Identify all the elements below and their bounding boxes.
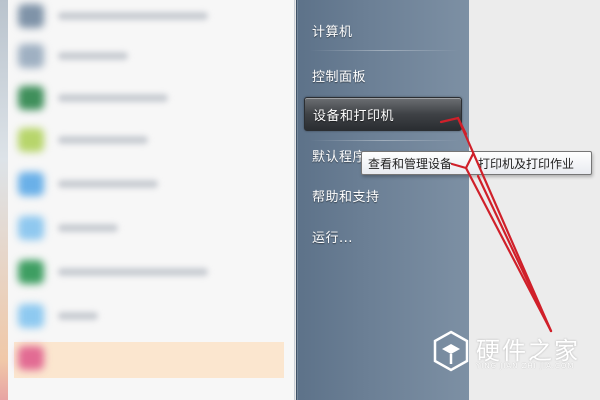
watermark-subtitle: YING JIAN ZHI JIA.COM [476, 362, 575, 370]
watermark-title: 硬件之家 [476, 337, 580, 365]
watermark: 硬件之家 YING JIAN ZHI JIA.COM [432, 330, 592, 374]
cube-logo-icon [433, 330, 469, 372]
